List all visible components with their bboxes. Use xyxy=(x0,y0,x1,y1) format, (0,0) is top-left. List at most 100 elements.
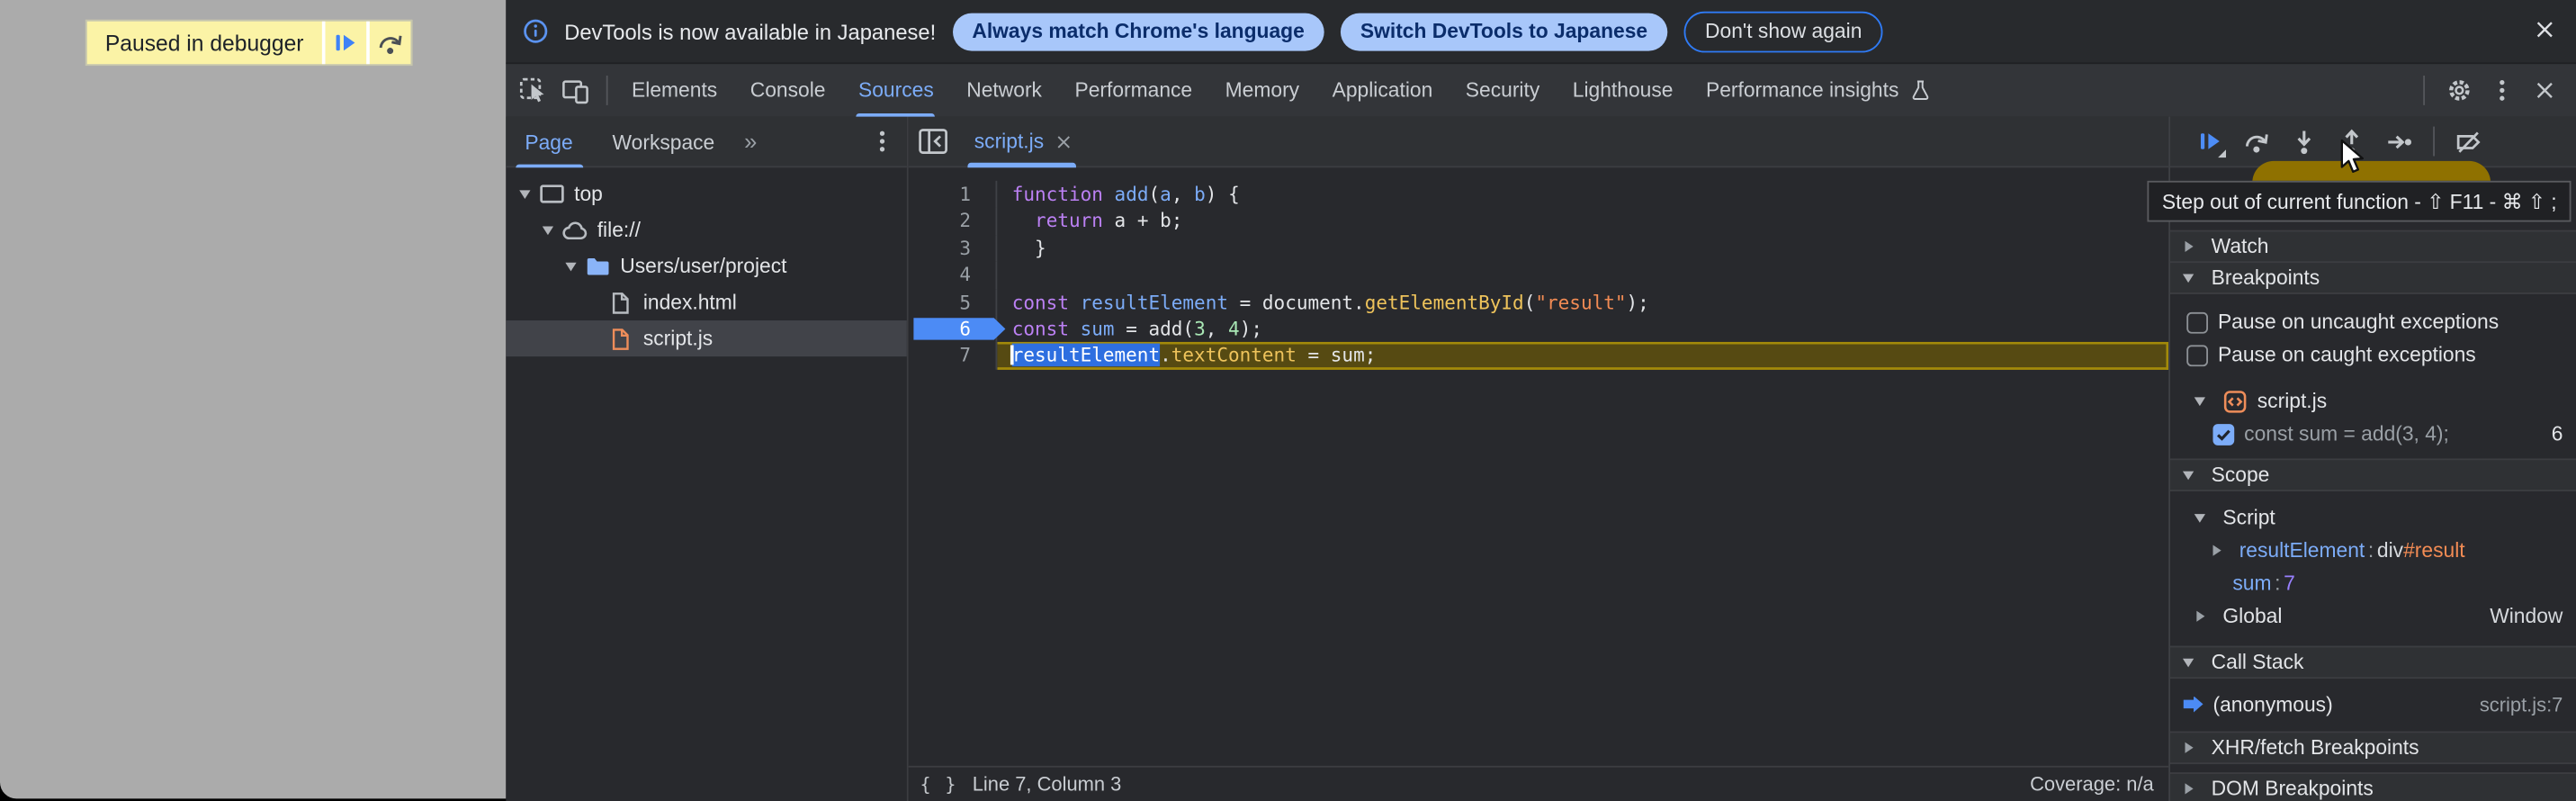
scope-group-global[interactable]: GlobalWindow xyxy=(2170,599,2576,633)
navigator-more-options-button[interactable] xyxy=(861,120,903,162)
tab-performance-insights[interactable]: Performance insights xyxy=(1690,64,1948,116)
infobar-close-button[interactable] xyxy=(2534,17,2557,45)
gear xyxy=(2446,77,2473,104)
step-into-button[interactable] xyxy=(2280,120,2328,162)
infobar: DevTools is now available in Japanese! A… xyxy=(505,0,2576,64)
settings-button[interactable] xyxy=(2438,69,2481,112)
code-token: , xyxy=(1206,317,1228,340)
always-match-chrome-s-language-button[interactable]: Always match Chrome's language xyxy=(952,13,1324,50)
close-tab-icon[interactable] xyxy=(1055,132,1073,150)
bp-group-script-js[interactable]: script.js xyxy=(2170,384,2576,418)
gutter-line-4[interactable]: 4 xyxy=(909,262,998,289)
code-token: a xyxy=(1160,183,1171,206)
tree-item-top[interactable]: top xyxy=(505,176,906,212)
step-out-tooltip: Step out of current function - ⇧ F11 - ⌘… xyxy=(2147,181,2572,222)
more-tabs-button[interactable]: » xyxy=(734,128,767,154)
step-over-icon xyxy=(2242,128,2270,156)
code-token: = add( xyxy=(1115,317,1194,340)
checkbox-unchecked[interactable] xyxy=(2186,311,2208,333)
tab-application[interactable]: Application xyxy=(1315,64,1449,116)
stack-frame-anonymous[interactable]: (anonymous)script.js:7 xyxy=(2170,687,2576,721)
tree-item-label: index.html xyxy=(643,291,737,314)
checkbox-checked[interactable] xyxy=(2212,423,2234,445)
step-button[interactable] xyxy=(2375,120,2423,162)
caret-down-icon xyxy=(2194,394,2207,408)
tab-performance[interactable]: Performance xyxy=(1058,64,1208,116)
section-breakpoints[interactable]: Breakpoints xyxy=(2170,261,2576,294)
resume-script-button[interactable] xyxy=(2185,120,2232,162)
navigator-tab-page[interactable]: Page xyxy=(505,117,592,168)
checkbox-pause-on-caught-exceptions[interactable]: Pause on caught exceptions xyxy=(2170,338,2576,372)
caret-down-icon xyxy=(2182,271,2195,284)
tab-lighthouse[interactable]: Lighthouse xyxy=(1557,64,1690,116)
code-line-1[interactable]: 1function add(a, b) { xyxy=(909,181,2168,208)
step-over-button[interactable] xyxy=(366,22,410,64)
section-label: Call Stack xyxy=(2212,651,2304,674)
line-number: 3 xyxy=(959,237,971,260)
caret-right-icon xyxy=(2182,240,2195,254)
infobar-message: DevTools is now available in Japanese! xyxy=(564,19,936,43)
code-token: function xyxy=(1012,183,1103,206)
pretty-print-icon[interactable]: { } xyxy=(920,774,957,796)
step-out-button[interactable] xyxy=(2328,120,2375,162)
step-into-icon xyxy=(2290,128,2318,156)
resume-script-icon xyxy=(2195,128,2221,154)
tab-network[interactable]: Network xyxy=(950,64,1058,116)
section-xhr-fetch-breakpoints[interactable]: XHR/fetch Breakpoints xyxy=(2170,732,2576,765)
tab-elements[interactable]: Elements xyxy=(615,64,734,116)
step-over-button[interactable] xyxy=(2232,120,2280,162)
scope-group-script[interactable]: Script xyxy=(2170,501,2576,535)
checkbox-pause-on-uncaught-exceptions[interactable]: Pause on uncaught exceptions xyxy=(2170,306,2576,339)
code-token: add xyxy=(1115,183,1149,206)
section-call-stack[interactable]: Call Stack xyxy=(2170,646,2576,680)
gutter-line-7[interactable]: 7 xyxy=(909,342,998,369)
gutter-line-6[interactable]: 6 xyxy=(909,315,998,342)
tab-label: Application xyxy=(1333,79,1433,103)
code-editor[interactable]: 1function add(a, b) {2 return a + b;3 }4… xyxy=(909,167,2168,766)
active-frame-arrow-icon xyxy=(2184,696,2204,712)
tab-label: Network xyxy=(966,79,1042,103)
code-line-6[interactable]: 6const sum = add(3, 4); xyxy=(909,315,2168,342)
code-line-2[interactable]: 2 return a + b; xyxy=(909,208,2168,235)
code-line-5[interactable]: 5const resultElement = document.getEleme… xyxy=(909,289,2168,316)
tab-sources[interactable]: Sources xyxy=(842,64,950,116)
close xyxy=(2534,79,2557,103)
switch-devtools-to-japanese-button[interactable]: Switch DevTools to Japanese xyxy=(1341,13,1667,50)
value-token: #result xyxy=(2403,539,2465,562)
device-toolbar-button[interactable] xyxy=(554,69,597,112)
hide-navigator-button[interactable] xyxy=(911,120,954,162)
gutter-line-1[interactable]: 1 xyxy=(909,181,998,208)
section-watch[interactable]: Watch xyxy=(2170,230,2576,264)
inspect-button[interactable] xyxy=(512,69,554,112)
tab-label: Memory xyxy=(1225,79,1299,103)
editor-tab-script-js[interactable]: script.js xyxy=(957,116,1086,167)
coverage-label: Coverage: n/a xyxy=(2030,773,2154,796)
bp-entry-const-sum-add-3-4[interactable]: const sum = add(3, 4);6 xyxy=(2170,418,2576,451)
tab-console[interactable]: Console xyxy=(733,64,841,116)
toolbar-divider xyxy=(2433,127,2435,157)
tab-security[interactable]: Security xyxy=(1450,64,1557,116)
tree-item-index-html[interactable]: index.html xyxy=(505,284,906,320)
section-scope[interactable]: Scope xyxy=(2170,458,2576,491)
tab-memory[interactable]: Memory xyxy=(1208,64,1315,116)
resume-script-button[interactable] xyxy=(322,22,366,64)
tree-item-users-user-project[interactable]: Users/user/project xyxy=(505,248,906,284)
close-devtools-button[interactable] xyxy=(2524,69,2566,112)
navigator-tab-workspace[interactable]: Workspace xyxy=(593,117,735,168)
tree-item-script-js[interactable]: script.js xyxy=(505,320,906,356)
code-line-3[interactable]: 3 } xyxy=(909,235,2168,262)
code-line-7[interactable]: 7resultElement.textContent = sum; xyxy=(909,342,2168,369)
code-line-4[interactable]: 4 xyxy=(909,262,2168,289)
gutter-line-5[interactable]: 5 xyxy=(909,289,998,316)
scope-var-resultelement[interactable]: resultElement: div#result xyxy=(2170,534,2576,567)
tree-item-file[interactable]: file:// xyxy=(505,212,906,248)
section-dom-breakpoints[interactable]: DOM Breakpoints xyxy=(2170,772,2576,801)
more-options-button[interactable] xyxy=(2481,69,2523,112)
gutter-line-2[interactable]: 2 xyxy=(909,208,998,235)
gutter-line-3[interactable]: 3 xyxy=(909,235,998,262)
don-t-show-again-button[interactable]: Don't show again xyxy=(1683,11,1883,52)
scope-var-sum[interactable]: sum: 7 xyxy=(2170,567,2576,600)
checkbox-unchecked[interactable] xyxy=(2186,345,2208,366)
scope-variable-name: resultElement xyxy=(2239,539,2365,562)
deactivate-breakpoints-button[interactable] xyxy=(2445,120,2492,162)
